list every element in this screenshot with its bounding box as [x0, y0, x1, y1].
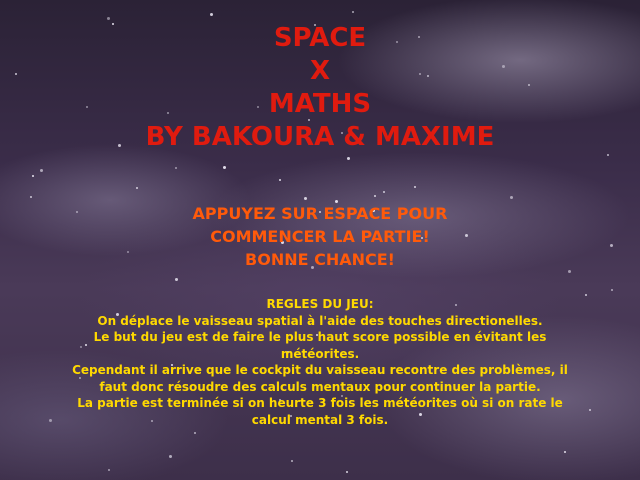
star: [108, 469, 110, 471]
rules-line: Le but du jeu est de faire le plus haut …: [93, 330, 547, 344]
title-line: SPACE: [273, 23, 367, 53]
game-rules: REGLES DU JEU: On déplace le vaisseau sp…: [0, 296, 640, 428]
rules-heading: REGLES DU JEU:: [266, 297, 374, 311]
star: [210, 13, 213, 16]
rules-line: La partie est terminée si on heurte 3 fo…: [77, 396, 563, 410]
star: [169, 455, 172, 458]
rules-line: Cependant il arrive que le cockpit du va…: [72, 363, 568, 377]
star: [347, 157, 350, 160]
star: [279, 179, 281, 181]
star: [564, 451, 566, 453]
star: [223, 166, 226, 169]
star: [175, 167, 177, 169]
star: [383, 191, 385, 193]
star: [32, 175, 34, 177]
star: [374, 195, 376, 197]
star: [30, 196, 32, 198]
rules-line: faut donc résoudre des calculs mentaux p…: [99, 379, 541, 394]
rules-line: météorites.: [280, 346, 360, 361]
star: [136, 187, 138, 189]
star: [346, 471, 348, 473]
star: [607, 154, 609, 156]
rules-line: On déplace le vaisseau spatial à l'aide …: [97, 313, 543, 328]
title-line: MATHS: [268, 89, 372, 119]
star: [175, 278, 178, 281]
star: [194, 432, 196, 434]
star: [40, 169, 43, 172]
prompt-line: COMMENCER LA PARTIE!: [210, 227, 430, 246]
start-prompt: APPUYEZ SUR ESPACE POUR COMMENCER LA PAR…: [0, 202, 640, 271]
prompt-line: APPUYEZ SUR ESPACE POUR: [192, 204, 448, 223]
star: [291, 460, 293, 462]
title-credits: BY BAKOURA & MAXIME: [145, 122, 495, 152]
star: [352, 11, 354, 13]
star: [510, 196, 513, 199]
rules-line: calcul mental 3 fois.: [251, 412, 389, 427]
star: [107, 17, 110, 20]
star: [304, 197, 307, 200]
title-line: X: [309, 56, 331, 86]
game-screen[interactable]: SPACE X MATHS BY BAKOURA & MAXIME APPUYE…: [0, 0, 640, 480]
star: [414, 186, 416, 188]
game-title: SPACE X MATHS BY BAKOURA & MAXIME: [0, 22, 640, 154]
star: [611, 289, 613, 291]
prompt-line: BONNE CHANCE!: [245, 250, 395, 269]
